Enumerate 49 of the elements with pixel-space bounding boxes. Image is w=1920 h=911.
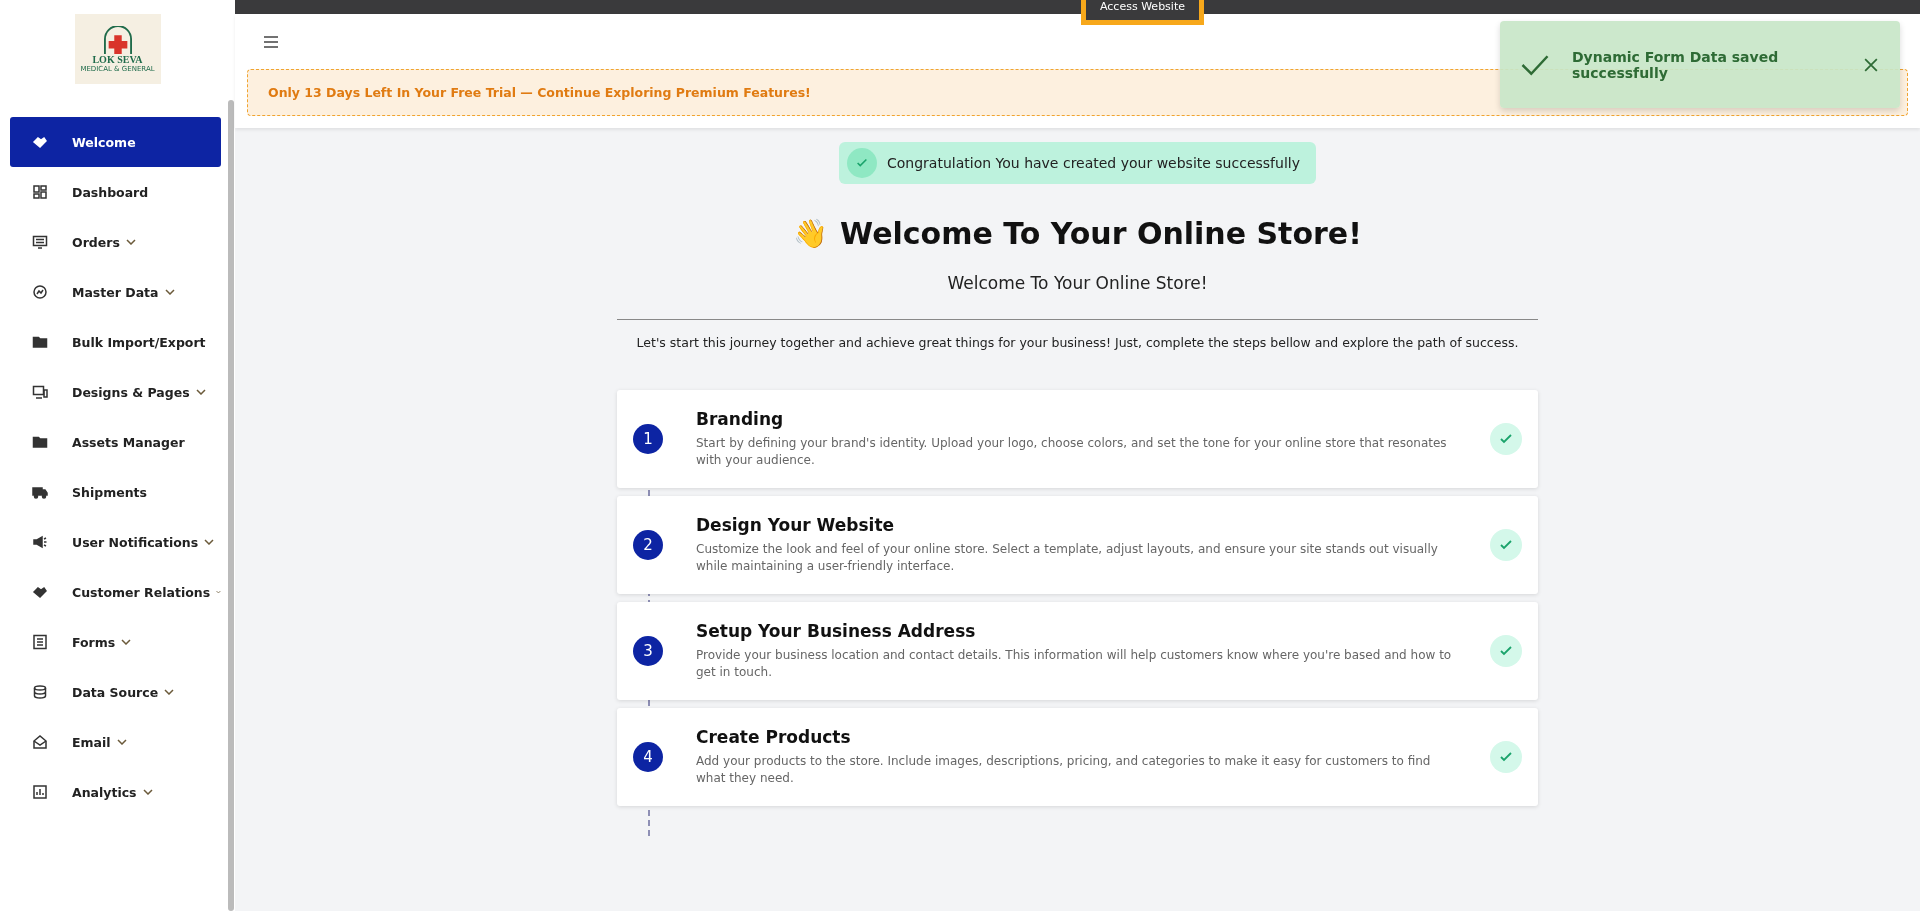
list-icon <box>32 634 48 650</box>
step-title: Create Products <box>696 726 852 747</box>
step-title: Branding <box>696 408 785 429</box>
database-icon <box>32 684 48 700</box>
step-number: 3 <box>633 636 663 666</box>
menu-icon <box>263 35 279 48</box>
sidebar-item[interactable]: Designs & Pages <box>10 367 221 417</box>
toast-message: Dynamic Form Data saved successfully <box>1572 48 1780 81</box>
design-icon <box>32 384 48 400</box>
sidebar-item[interactable]: Dashboard <box>10 167 221 217</box>
success-text: Congratulation You have created your website successfully <box>887 155 1300 171</box>
step-description: Customize the look and feel of your online store. Select a template, adjust layouts, and ensure your site stands out visually while maintaining a user-friendly interface. <box>696 540 1439 575</box>
sidebar-item[interactable]: Forms <box>10 617 221 667</box>
step-title: Design Your Website <box>696 514 896 535</box>
check-circle-icon <box>847 148 877 178</box>
sidebar-item[interactable]: Analytics <box>10 767 221 817</box>
waving-hand-emoji: 👋 <box>793 217 829 250</box>
step-description: Add your products to the store. Include images, descriptions, pricing, and categories to make it easy for customers to find what they need. <box>696 752 1432 787</box>
sidebar-item[interactable]: Orders <box>10 217 221 267</box>
dashboard-icon <box>32 184 48 200</box>
step-number: 4 <box>633 742 663 772</box>
folder-icon <box>32 334 48 350</box>
monitor-icon <box>32 234 48 250</box>
sidebar-item[interactable]: Email <box>10 717 221 767</box>
sidebar-item[interactable]: Master Data <box>10 267 221 317</box>
trial-banner-text: Only 13 Days Left In Your Free Trial — Continue Exploring Premium Features! <box>268 85 811 100</box>
page-subtitle: Welcome To Your Online Store! <box>947 273 1208 293</box>
megaphone-icon <box>32 534 48 550</box>
page-title: Welcome To Your Online Store! <box>840 216 1362 251</box>
intro-text: Let's start this journey together and achieve great things for your business! Just, complete the steps bellow and explore the path of success. <box>636 335 1519 350</box>
mail-icon <box>32 734 48 750</box>
step-number: 2 <box>633 530 663 560</box>
sidebar-item[interactable]: Assets Manager <box>10 417 221 467</box>
sidebar-item[interactable]: Bulk Import/Export <box>10 317 221 367</box>
step-title: Setup Your Business Address <box>696 620 977 641</box>
sidebar-item[interactable]: Shipments <box>10 467 221 517</box>
step-number: 1 <box>633 424 663 454</box>
chart-icon <box>32 284 48 300</box>
step-description: Start by defining your brand's identity. Upload your logo, choose colors, and set the tone for your online store that resonates with your audience. <box>696 434 1448 469</box>
sidebar-item[interactable]: Data Source <box>10 667 221 717</box>
close-icon <box>1864 57 1878 72</box>
access-website-link[interactable]: Access Website <box>1081 0 1204 25</box>
analytics-icon <box>32 784 48 800</box>
sidebar-item[interactable]: User Notifications <box>10 517 221 567</box>
folder-icon <box>32 434 48 450</box>
truck-icon <box>32 484 48 500</box>
step-description: Provide your business location and contact details. This information will help customers know where you're based and how to get in touch. <box>696 646 1453 681</box>
sidebar-item[interactable]: Welcome <box>10 117 221 167</box>
sidebar-item[interactable]: Customer Relations <box>10 567 221 617</box>
